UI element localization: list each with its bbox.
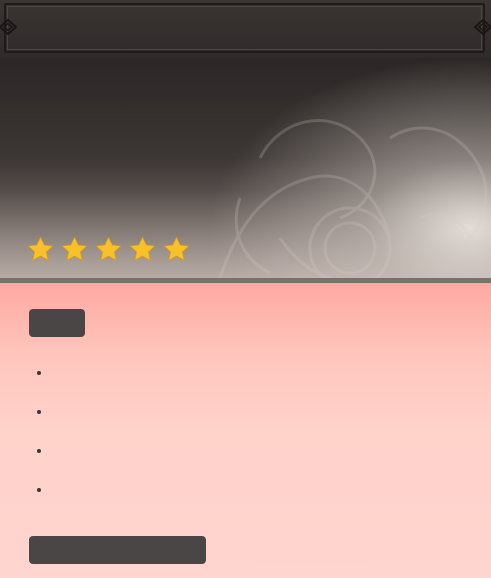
page <box>0 0 491 578</box>
star-icon <box>95 236 122 261</box>
star-icon <box>27 236 54 261</box>
star-icon <box>61 236 88 261</box>
star-icon <box>129 236 156 261</box>
action-button[interactable] <box>29 536 206 564</box>
bullet-list <box>30 357 450 513</box>
tag-badge <box>29 309 85 337</box>
content-panel <box>0 283 491 578</box>
top-banner <box>0 0 491 58</box>
banner-frame <box>4 3 485 53</box>
right-ornament-icon <box>473 18 491 36</box>
left-ornament-icon <box>0 18 18 36</box>
star-rating <box>26 235 191 264</box>
hero-banner <box>0 58 491 280</box>
list-item <box>30 357 450 396</box>
bullet-dot-icon <box>37 449 41 453</box>
list-item <box>30 435 450 474</box>
bullet-dot-icon <box>37 488 41 492</box>
list-item <box>30 474 450 513</box>
star-icon <box>163 236 190 261</box>
list-item <box>30 396 450 435</box>
bullet-dot-icon <box>37 371 41 375</box>
bullet-dot-icon <box>37 410 41 414</box>
